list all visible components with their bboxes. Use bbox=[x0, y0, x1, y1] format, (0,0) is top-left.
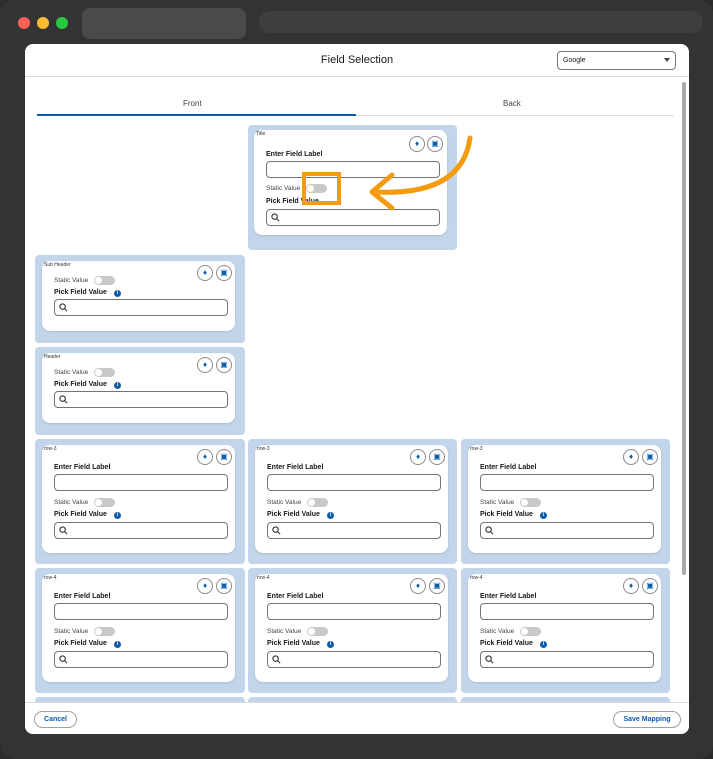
annotation-arrow-icon bbox=[369, 135, 473, 211]
